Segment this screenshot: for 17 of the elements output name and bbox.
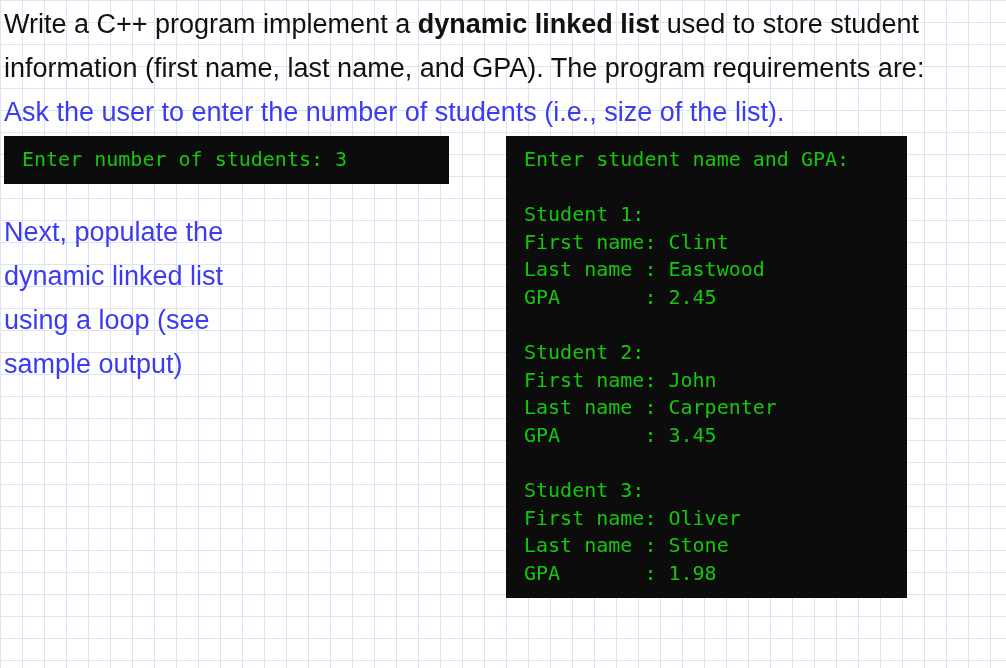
- console-line: Student 1:: [524, 201, 646, 229]
- console-line: GPA : 3.45: [524, 421, 718, 449]
- console-line: First name: John: [524, 366, 718, 394]
- console-line: Enter student name and GPA:: [524, 146, 851, 173]
- console-line: GPA : 1.98: [524, 559, 718, 587]
- console-line: First name: Clint: [524, 228, 730, 256]
- console-line: Student 2:: [524, 339, 646, 367]
- console-line: Student 3:: [524, 477, 646, 505]
- console-line: First name: Oliver: [524, 504, 742, 532]
- requirement-text: Next, populate the dynamic linked list using a loop (see sample output): [4, 215, 225, 381]
- console-line: GPA : 2.45: [524, 283, 718, 311]
- requirement-text: Ask the user to enter the number of students (i.e., size of the list).: [4, 96, 786, 129]
- console-line: Last name : Eastwood: [524, 256, 766, 284]
- console-line: Enter number of students: 3: [22, 146, 349, 173]
- console-line: Last name : Carpenter: [524, 394, 778, 422]
- console-line: Last name : Stone: [524, 532, 730, 560]
- intro-paragraph: Write a C++ program implement a dynamic linked list used to store student information (first name, last name, and GPA). The program requirements are:: [4, 8, 926, 85]
